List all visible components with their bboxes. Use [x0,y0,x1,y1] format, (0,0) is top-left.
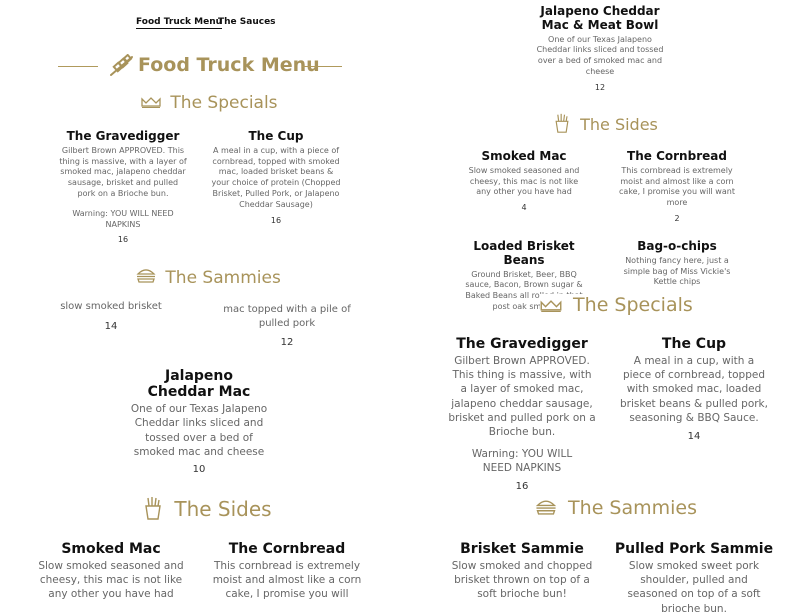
fries-icon [553,113,571,137]
menu-item: Bag-o-chips Nothing fancy here, just a s… [612,239,742,302]
hero-title: Food Truck Menu [138,54,320,76]
section-title-sammies: The Sammies [535,497,697,520]
item-name: Smoked Mac [61,541,161,557]
hero-rule-right [302,66,342,67]
menu-item: The Gravedigger Gilbert Brown APPROVED. … [58,129,188,245]
item-price: 4 [521,203,527,213]
item-description: Nothing fancy here, just a simple bag of… [623,255,731,287]
item-description: One of our Texas Jalapeno Cheddar links … [130,403,268,458]
item-name: Jalapeno Cheddar Mac & Meat Bowl [540,4,660,32]
burger-icon [535,498,557,520]
item-name: The Gravedigger [456,336,588,352]
section-title-sides: The Sides [553,113,658,137]
menu-item: The Gravedigger Gilbert Brown APPROVED. … [448,336,596,492]
item-name: Jalapeno Cheddar Mac [147,368,251,401]
item-price: 12 [280,337,294,348]
item-description: slow smoked brisket [60,301,162,312]
menu-item: slow smoked brisket 14 [46,300,176,332]
section-title-sammies: The Sammies [136,267,281,288]
menu-item: The Cornbread This cornbread is extremel… [614,149,740,223]
burger-icon [136,267,156,288]
item-description: A meal in a cup, with a piece of cornbre… [620,355,768,424]
section-title-text: The Sides [580,114,658,134]
section-title-text: The Specials [573,294,693,316]
item-price: 16 [117,235,129,245]
item-price: 10 [192,463,206,475]
hero-rule-left [58,66,98,67]
section-title-text: The Specials [170,93,278,113]
menu-item: Smoked Mac Slow smoked seasoned and chee… [36,541,186,602]
item-description: Slow smoked sweet pork shoulder, pulled … [627,560,761,615]
item-price: 16 [270,215,282,225]
item-name: Smoked Mac [481,149,567,163]
menu-item: The Cup A meal in a cup, with a piece of… [620,336,768,442]
item-description: Slow smoked and chopped brisket thrown o… [451,560,593,601]
item-description: A meal in a cup, with a piece of cornbre… [211,145,341,209]
crown-icon [141,93,161,113]
menu-item: mac topped with a pile of pulled pork 12 [218,303,356,348]
section-title-sides: The Sides [143,496,272,525]
skewer-icon [108,53,134,78]
item-description: Slow smoked seasoned and cheesy, this ma… [38,560,184,601]
top-nav: Food Truck Menu The Sauces [136,17,296,31]
crown-icon [540,295,562,317]
item-description: One of our Texas Jalapeno Cheddar links … [536,34,664,76]
item-warning: Warning: YOU WILL NEED NAPKINS [72,208,174,229]
section-title-specials: The Specials [141,93,278,113]
section-title-text: The Sammies [165,267,281,288]
section-title-text: The Sides [174,497,272,521]
item-description: This cornbread is extremely moist and al… [212,560,362,603]
item-name: Brisket Sammie [460,541,584,557]
nav-link-food-truck-menu[interactable]: Food Truck Menu [136,17,223,29]
item-price: 12 [594,82,606,92]
menu-item: Jalapeno Cheddar Mac & Meat Bowl One of … [528,4,672,92]
item-description: Gilbert Brown APPROVED. This thing is ma… [59,145,187,198]
item-description: mac topped with a pile of pulled pork [223,304,351,329]
item-name: Loaded Brisket Beans [473,239,575,267]
item-price: 14 [687,430,701,442]
fries-icon [143,496,163,525]
item-name: The Cup [248,129,304,143]
item-description: This cornbread is extremely moist and al… [619,165,735,208]
item-name: Bag-o-chips [637,239,717,253]
item-name: The Gravedigger [66,129,180,143]
item-name: The Cup [661,336,727,352]
menu-item: The Cornbread This cornbread is extremel… [212,541,362,603]
item-name: Pulled Pork Sammie [614,541,774,557]
menu-item: Jalapeno Cheddar Mac One of our Texas Ja… [124,368,274,475]
item-price: 2 [674,213,680,223]
item-name: The Cornbread [228,541,346,557]
item-name: The Cornbread [627,149,727,163]
item-description: Gilbert Brown APPROVED. This thing is ma… [448,355,596,438]
item-warning: Warning: YOU WILL NEED NAPKINS [471,448,573,475]
section-title-text: The Sammies [568,497,698,519]
item-description: Slow smoked seasoned and cheesy, this ma… [468,165,580,197]
menu-item: Smoked Mac Slow smoked seasoned and chee… [462,149,586,213]
menu-item: The Cup A meal in a cup, with a piece of… [210,129,342,225]
item-price: 16 [515,481,529,493]
menu-item: Pulled Pork Sammie Slow smoked sweet por… [614,541,774,616]
nav-link-the-sauces[interactable]: The Sauces [218,17,276,27]
menu-item: Brisket Sammie Slow smoked and chopped b… [448,541,596,602]
section-title-specials: The Specials [540,294,693,317]
item-price: 14 [104,320,118,332]
